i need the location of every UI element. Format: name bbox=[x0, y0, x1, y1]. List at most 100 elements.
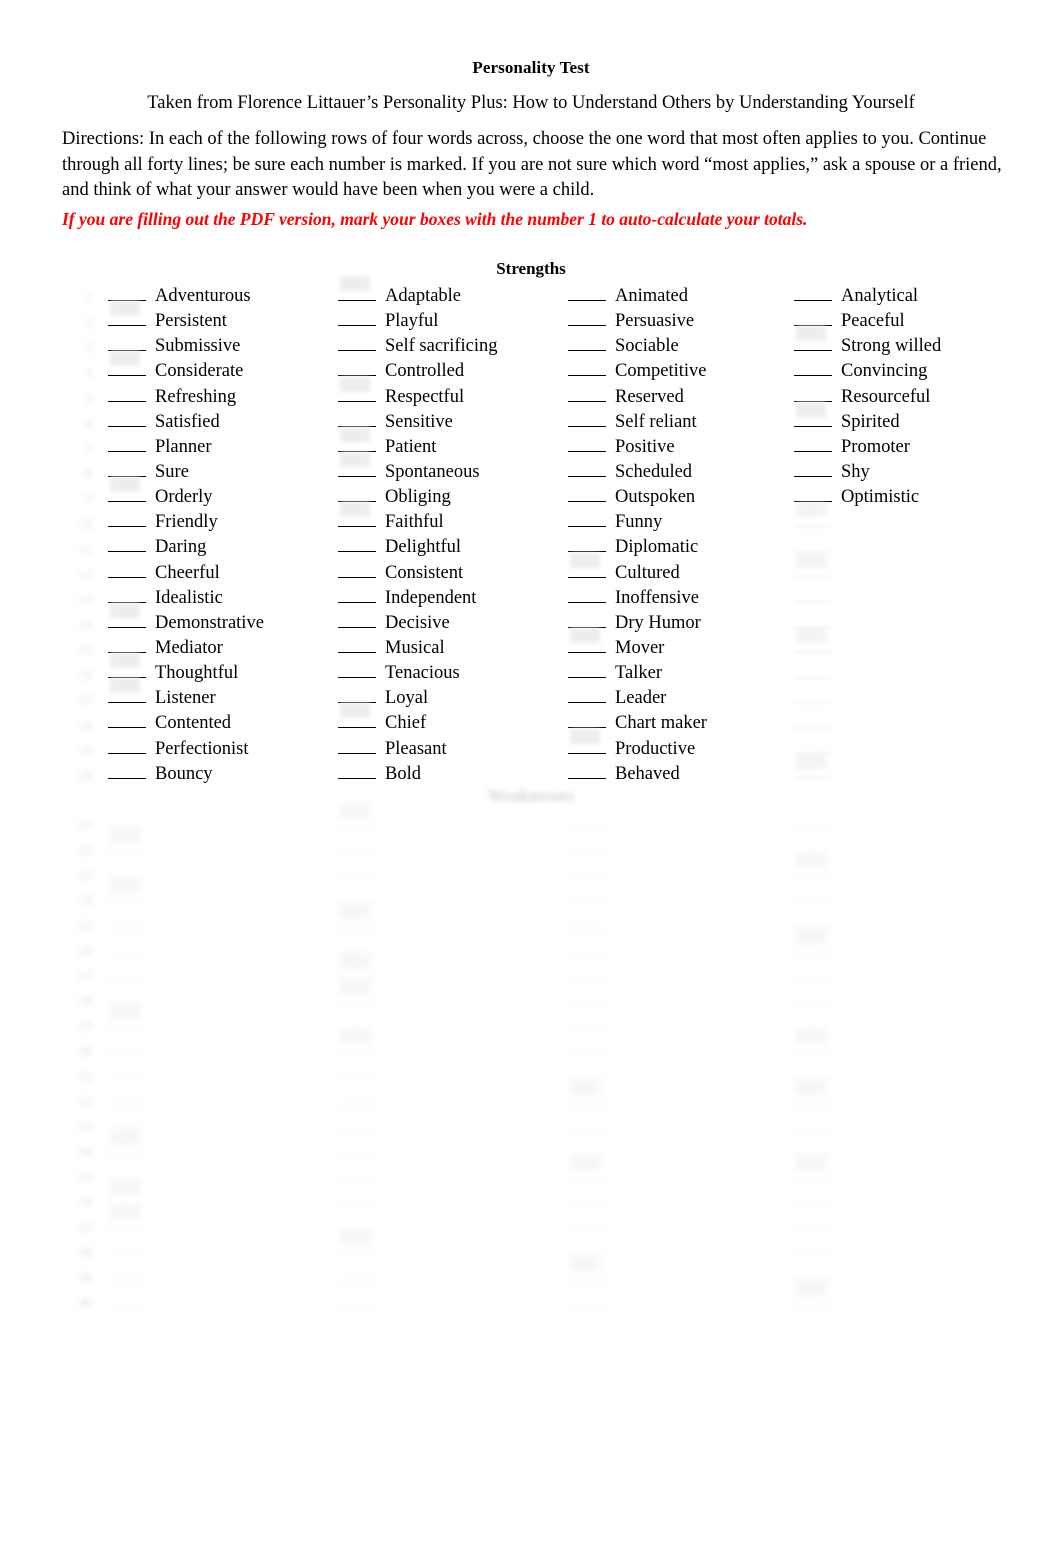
score-input-blank[interactable] bbox=[568, 662, 606, 679]
score-input-blank[interactable] bbox=[338, 386, 376, 402]
score-input-blank[interactable] bbox=[108, 1290, 146, 1306]
score-input-blank[interactable] bbox=[108, 587, 146, 603]
score-input-blank[interactable] bbox=[108, 335, 146, 352]
score-input-blank[interactable] bbox=[108, 763, 146, 779]
score-input-blank[interactable] bbox=[794, 963, 832, 979]
score-input-blank[interactable] bbox=[568, 562, 606, 578]
score-input-blank[interactable] bbox=[338, 1189, 376, 1206]
score-input-blank[interactable] bbox=[568, 285, 606, 301]
score-input-blank[interactable] bbox=[338, 637, 376, 653]
score-input-blank[interactable] bbox=[794, 1214, 832, 1231]
score-input-blank[interactable] bbox=[108, 938, 146, 954]
score-input-blank[interactable] bbox=[108, 963, 146, 979]
score-input-blank[interactable] bbox=[338, 1139, 376, 1155]
score-input-blank[interactable] bbox=[794, 436, 832, 452]
score-input-blank[interactable] bbox=[794, 1139, 832, 1155]
score-input-blank[interactable] bbox=[108, 1038, 146, 1055]
score-input-blank[interactable] bbox=[794, 461, 832, 477]
score-input-blank[interactable] bbox=[338, 587, 376, 603]
score-input-blank[interactable] bbox=[568, 1139, 606, 1155]
score-input-blank[interactable] bbox=[338, 687, 376, 704]
score-input-blank[interactable] bbox=[568, 1265, 606, 1281]
score-input-blank[interactable] bbox=[338, 1089, 376, 1105]
score-input-blank[interactable] bbox=[108, 662, 146, 679]
score-input-blank[interactable] bbox=[108, 285, 146, 301]
score-input-blank[interactable] bbox=[568, 310, 606, 327]
score-input-blank[interactable] bbox=[108, 687, 146, 704]
score-input-blank[interactable] bbox=[338, 436, 376, 452]
score-input-blank[interactable] bbox=[568, 812, 606, 828]
score-input-blank[interactable] bbox=[108, 310, 146, 327]
score-input-blank[interactable] bbox=[108, 712, 146, 729]
score-input-blank[interactable] bbox=[108, 1214, 146, 1231]
score-input-blank[interactable] bbox=[568, 461, 606, 477]
score-input-blank[interactable] bbox=[794, 360, 832, 377]
score-input-blank[interactable] bbox=[794, 285, 832, 301]
score-input-blank[interactable] bbox=[794, 587, 832, 603]
score-input-blank[interactable] bbox=[794, 763, 832, 779]
score-input-blank[interactable] bbox=[338, 536, 376, 553]
score-input-blank[interactable] bbox=[794, 637, 832, 653]
score-input-blank[interactable] bbox=[794, 837, 832, 854]
score-input-blank[interactable] bbox=[568, 1239, 606, 1256]
score-input-blank[interactable] bbox=[794, 386, 832, 402]
score-input-blank[interactable] bbox=[794, 1239, 832, 1256]
score-input-blank[interactable] bbox=[108, 612, 146, 628]
score-input-blank[interactable] bbox=[108, 913, 146, 929]
score-input-blank[interactable] bbox=[794, 913, 832, 929]
score-input-blank[interactable] bbox=[338, 486, 376, 503]
score-input-blank[interactable] bbox=[338, 1114, 376, 1130]
score-input-blank[interactable] bbox=[568, 963, 606, 979]
score-input-blank[interactable] bbox=[338, 285, 376, 301]
score-input-blank[interactable] bbox=[794, 411, 832, 427]
score-input-blank[interactable] bbox=[568, 386, 606, 402]
score-input-blank[interactable] bbox=[568, 587, 606, 603]
score-input-blank[interactable] bbox=[568, 612, 606, 628]
score-input-blank[interactable] bbox=[338, 1164, 376, 1180]
score-input-blank[interactable] bbox=[568, 687, 606, 704]
score-input-blank[interactable] bbox=[794, 511, 832, 528]
score-input-blank[interactable] bbox=[794, 1063, 832, 1080]
score-input-blank[interactable] bbox=[568, 360, 606, 377]
score-input-blank[interactable] bbox=[794, 738, 832, 754]
score-input-blank[interactable] bbox=[568, 837, 606, 854]
score-input-blank[interactable] bbox=[108, 461, 146, 477]
score-input-blank[interactable] bbox=[108, 862, 146, 879]
score-input-blank[interactable] bbox=[338, 812, 376, 828]
score-input-blank[interactable] bbox=[338, 310, 376, 327]
score-input-blank[interactable] bbox=[338, 562, 376, 578]
score-input-blank[interactable] bbox=[568, 536, 606, 553]
score-input-blank[interactable] bbox=[108, 1114, 146, 1130]
score-input-blank[interactable] bbox=[108, 1164, 146, 1180]
score-input-blank[interactable] bbox=[338, 862, 376, 879]
score-input-blank[interactable] bbox=[568, 938, 606, 954]
score-input-blank[interactable] bbox=[794, 687, 832, 704]
score-input-blank[interactable] bbox=[108, 536, 146, 553]
score-input-blank[interactable] bbox=[338, 938, 376, 954]
score-input-blank[interactable] bbox=[338, 1239, 376, 1256]
score-input-blank[interactable] bbox=[794, 712, 832, 729]
score-input-blank[interactable] bbox=[338, 988, 376, 1004]
score-input-blank[interactable] bbox=[794, 1265, 832, 1281]
score-input-blank[interactable] bbox=[794, 1013, 832, 1030]
score-input-blank[interactable] bbox=[794, 1089, 832, 1105]
score-input-blank[interactable] bbox=[338, 461, 376, 477]
score-input-blank[interactable] bbox=[568, 511, 606, 528]
score-input-blank[interactable] bbox=[794, 335, 832, 352]
score-input-blank[interactable] bbox=[794, 662, 832, 679]
score-input-blank[interactable] bbox=[568, 1214, 606, 1231]
score-input-blank[interactable] bbox=[794, 812, 832, 828]
score-input-blank[interactable] bbox=[108, 1239, 146, 1256]
score-input-blank[interactable] bbox=[338, 612, 376, 628]
score-input-blank[interactable] bbox=[338, 712, 376, 729]
score-input-blank[interactable] bbox=[338, 1063, 376, 1080]
score-input-blank[interactable] bbox=[338, 1265, 376, 1281]
score-input-blank[interactable] bbox=[108, 411, 146, 427]
score-input-blank[interactable] bbox=[568, 1038, 606, 1055]
score-input-blank[interactable] bbox=[568, 763, 606, 779]
score-input-blank[interactable] bbox=[568, 1063, 606, 1080]
score-input-blank[interactable] bbox=[568, 335, 606, 352]
score-input-blank[interactable] bbox=[338, 913, 376, 929]
score-input-blank[interactable] bbox=[568, 1013, 606, 1030]
score-input-blank[interactable] bbox=[108, 436, 146, 452]
